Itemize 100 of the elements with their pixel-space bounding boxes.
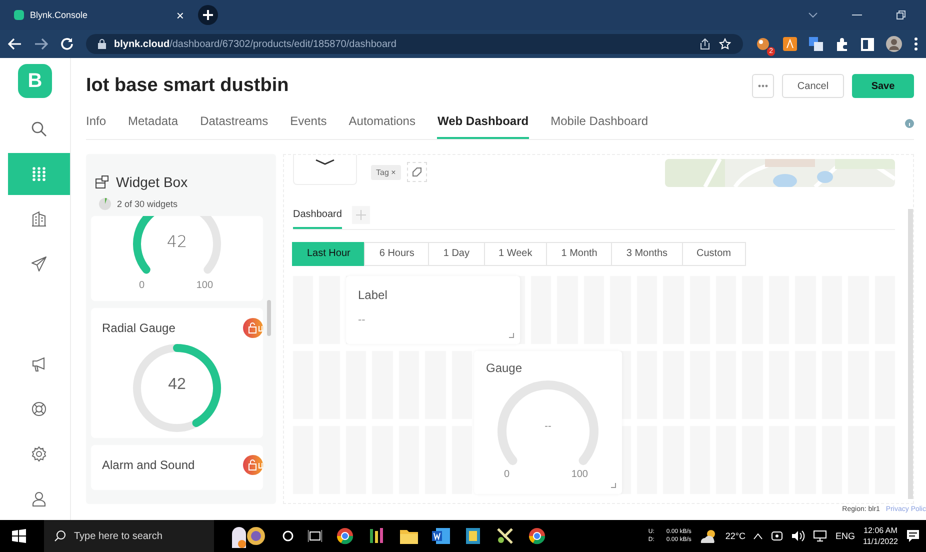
gauge-max: 100 xyxy=(196,280,214,291)
gauge-value: 42 xyxy=(167,376,187,394)
paper-plane-icon xyxy=(31,256,47,272)
tab[interactable]: Events xyxy=(290,114,327,139)
product-title: Iot base smart dustbin xyxy=(86,75,290,97)
panel-title: Widget Box xyxy=(116,174,188,190)
dots-icon xyxy=(758,84,768,88)
share-icon[interactable] xyxy=(699,38,711,50)
widget-count: 2 of 30 widgets xyxy=(117,199,178,209)
tag-chip[interactable]: Tag × xyxy=(371,165,401,180)
weather-icon[interactable] xyxy=(699,529,718,543)
gauge-max: 100 xyxy=(571,469,588,480)
new-tab-icon[interactable] xyxy=(198,5,218,25)
time-range-button[interactable]: 1 Month xyxy=(546,242,612,266)
tab[interactable]: Datastreams xyxy=(200,114,268,139)
chevron-down-icon xyxy=(315,159,335,165)
dashboard-tab[interactable]: Dashboard xyxy=(293,201,342,229)
tab[interactable]: Automations xyxy=(348,114,416,139)
widget-name: Alarm and Sound xyxy=(102,458,195,472)
grid-icon xyxy=(32,167,46,181)
widget-title: Gauge xyxy=(485,360,524,375)
folder-icon[interactable] xyxy=(400,528,418,544)
meet-now-icon[interactable] xyxy=(771,530,784,542)
widget-card[interactable]: Alarm and Sound xyxy=(91,445,264,490)
temperature[interactable]: 22°C xyxy=(725,531,746,541)
tag-icon xyxy=(412,167,422,177)
widget-tile[interactable]: Label -- xyxy=(346,276,520,344)
translate-icon[interactable] xyxy=(809,37,823,51)
network-icon[interactable] xyxy=(813,530,828,542)
gauge-min: 0 xyxy=(504,469,510,480)
save-button[interactable]: Save xyxy=(852,74,914,98)
widget-tile[interactable]: Gauge -- 0 100 xyxy=(474,351,622,494)
more-button[interactable] xyxy=(752,74,774,98)
widget-name: Radial Gauge xyxy=(102,321,176,335)
avatar-icon[interactable] xyxy=(886,36,902,52)
time-range-button[interactable]: Custom xyxy=(682,242,746,266)
notification-icon[interactable] xyxy=(906,529,920,543)
time-range-button[interactable]: Last Hour xyxy=(292,242,366,266)
close-tab-button[interactable]: × xyxy=(176,8,184,22)
menu-icon[interactable] xyxy=(914,37,918,51)
widget-card[interactable]: Radial Gauge 42 xyxy=(91,308,264,438)
time-range-button[interactable]: 6 Hours xyxy=(364,242,430,266)
gauge-min: 0 xyxy=(139,280,145,291)
reload-icon[interactable] xyxy=(60,37,74,51)
widget-card[interactable]: 42 0 100 xyxy=(91,216,264,301)
scrollbar[interactable] xyxy=(908,209,913,499)
tag-button[interactable] xyxy=(406,162,427,182)
lifebuoy-icon xyxy=(31,401,47,417)
time-range-button[interactable]: 1 Day xyxy=(428,242,484,266)
volume-icon[interactable] xyxy=(791,530,806,542)
monitor-app-icon[interactable] xyxy=(464,527,482,545)
building-icon xyxy=(31,211,47,227)
bars-app-icon[interactable] xyxy=(368,527,386,545)
sidebar-icon[interactable] xyxy=(861,38,874,50)
tab[interactable]: Metadata xyxy=(128,114,178,139)
gauge-value: -- xyxy=(544,421,552,432)
back-icon[interactable] xyxy=(8,37,22,51)
task-view-icon[interactable] xyxy=(308,530,322,542)
address-field[interactable]: blynk.cloud/dashboard/67302/products/edit/185870/dashboard xyxy=(86,34,743,54)
search-icon xyxy=(31,121,47,137)
chevron-down-icon[interactable] xyxy=(808,10,818,20)
clock-time[interactable]: 12:06 AM xyxy=(864,525,898,536)
pie-icon xyxy=(99,198,111,210)
tab[interactable]: Mobile Dashboard xyxy=(550,114,648,139)
info-icon[interactable] xyxy=(905,119,914,128)
clock-date[interactable]: 11/1/2022 xyxy=(863,536,898,547)
cancel-button[interactable]: Cancel xyxy=(782,74,844,98)
puzzle-icon[interactable] xyxy=(835,37,849,51)
star-icon[interactable] xyxy=(719,38,731,50)
chevron-up-icon[interactable] xyxy=(753,532,764,540)
search-icon xyxy=(54,530,66,542)
tab[interactable]: Info xyxy=(86,114,106,139)
word-icon[interactable] xyxy=(432,527,450,545)
language-indicator[interactable]: ENG xyxy=(835,531,855,541)
resize-handle-icon[interactable] xyxy=(509,333,514,338)
plus-icon xyxy=(356,210,366,220)
cortana-icon[interactable] xyxy=(282,530,294,542)
widget-title: Label xyxy=(357,287,388,302)
windows-start-icon[interactable] xyxy=(12,529,26,543)
favicon-icon xyxy=(14,10,24,20)
browser-tab[interactable]: Blynk.Console xyxy=(30,10,170,20)
tab[interactable]: Web Dashboard xyxy=(437,114,529,139)
megaphone-icon xyxy=(31,356,47,372)
settings-icon xyxy=(31,446,47,462)
taskbar-search-field[interactable]: Type here to search xyxy=(44,520,214,552)
gauge-value: 42 xyxy=(166,232,188,251)
lock-icon xyxy=(98,39,106,49)
user-icon xyxy=(31,491,47,507)
restore-icon[interactable] xyxy=(896,10,906,20)
browser-icon[interactable] xyxy=(336,527,354,545)
widget-box-icon xyxy=(95,175,110,189)
time-range-button[interactable]: 3 Months xyxy=(611,242,683,266)
time-range-button[interactable]: 1 Week xyxy=(484,242,548,266)
widget-value: -- xyxy=(357,313,366,326)
forward-icon[interactable] xyxy=(34,37,48,51)
resize-handle-icon[interactable] xyxy=(611,483,616,488)
browser-icon[interactable] xyxy=(528,527,546,545)
tools-app-icon[interactable] xyxy=(496,527,514,545)
extension-icon[interactable] xyxy=(755,36,771,52)
scrollbar[interactable] xyxy=(267,300,271,336)
